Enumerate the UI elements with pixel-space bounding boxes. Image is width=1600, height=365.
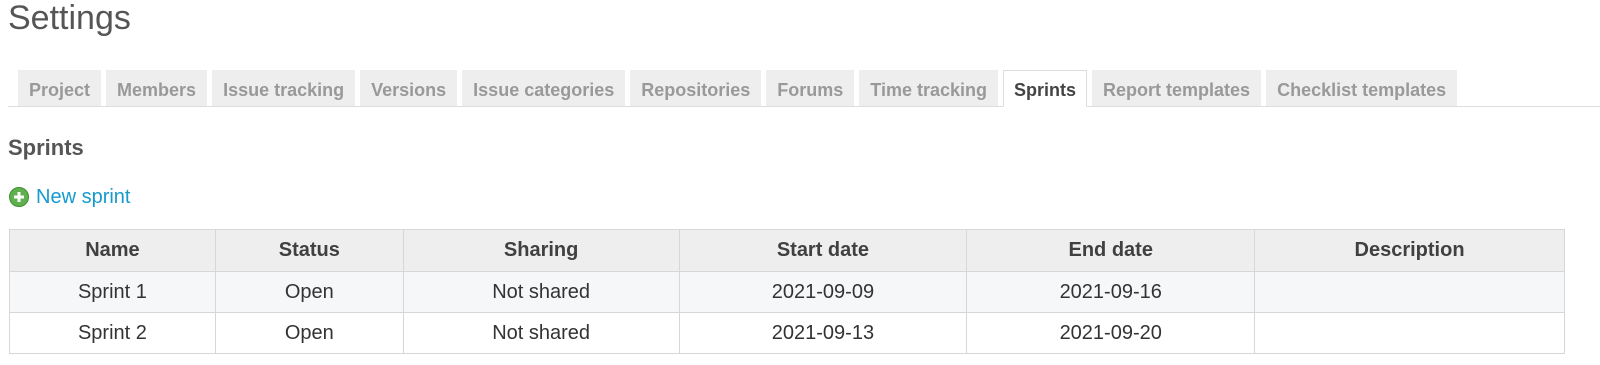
section-title: Sprints (8, 135, 84, 160)
tab-forums[interactable]: Forums (766, 70, 855, 106)
tab-versions[interactable]: Versions (360, 70, 458, 106)
cell-name[interactable]: Sprint 1 (9, 271, 216, 313)
column-header-status[interactable]: Status (214, 229, 404, 272)
settings-page: Settings Project Members Issue tracking … (0, 0, 1600, 365)
cell-description (1254, 312, 1565, 354)
settings-tabs: Project Members Issue tracking Versions … (18, 70, 1458, 107)
sprints-table: Name Status Sharing Start date End date … (9, 229, 1565, 354)
tab-repositories[interactable]: Repositories (630, 70, 762, 106)
tab-issue-tracking[interactable]: Issue tracking (212, 70, 356, 106)
column-header-end-date[interactable]: End date (966, 229, 1256, 272)
tab-sprints[interactable]: Sprints (1003, 70, 1088, 107)
table-row[interactable]: Sprint 2 Open Not shared 2021-09-13 2021… (9, 312, 1565, 354)
cell-status: Open (214, 312, 404, 354)
tab-members[interactable]: Members (106, 70, 208, 106)
tab-report-templates[interactable]: Report templates (1092, 70, 1262, 106)
table-header-row: Name Status Sharing Start date End date … (9, 229, 1565, 272)
cell-sharing: Not shared (402, 271, 680, 313)
tab-issue-categories[interactable]: Issue categories (462, 70, 626, 106)
cell-start-date: 2021-09-13 (678, 312, 968, 354)
page-title: Settings (8, 0, 131, 37)
table-row[interactable]: Sprint 1 Open Not shared 2021-09-09 2021… (9, 271, 1565, 313)
cell-start-date: 2021-09-09 (678, 271, 968, 313)
tab-time-tracking[interactable]: Time tracking (859, 70, 999, 106)
cell-end-date: 2021-09-16 (966, 271, 1256, 313)
cell-name[interactable]: Sprint 2 (9, 312, 216, 354)
column-header-name[interactable]: Name (9, 229, 216, 272)
column-header-start-date[interactable]: Start date (678, 229, 968, 272)
new-sprint-label: New sprint (36, 186, 131, 208)
cell-description (1254, 271, 1565, 313)
new-sprint-link[interactable]: New sprint (9, 183, 130, 211)
cell-end-date: 2021-09-20 (966, 312, 1256, 354)
column-header-description[interactable]: Description (1254, 229, 1565, 272)
cell-sharing: Not shared (402, 312, 680, 354)
column-header-sharing[interactable]: Sharing (402, 229, 680, 272)
tab-checklist-templates[interactable]: Checklist templates (1266, 70, 1458, 106)
tab-project[interactable]: Project (18, 70, 102, 106)
add-icon (9, 187, 29, 207)
cell-status: Open (214, 271, 404, 313)
